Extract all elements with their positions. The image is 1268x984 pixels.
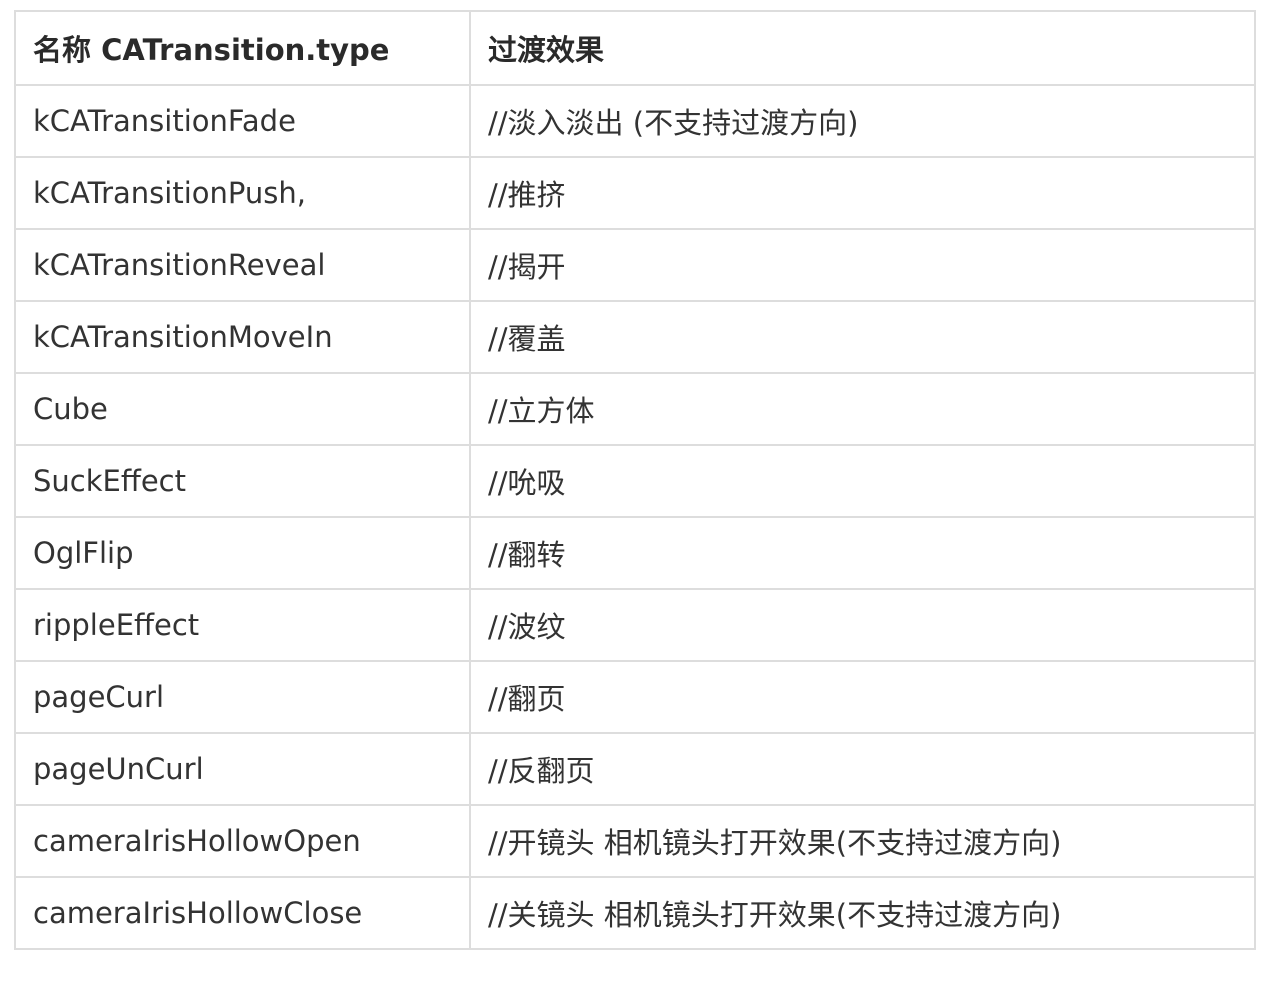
table-header-row: 名称 CATransition.type 过渡效果 [14,10,1256,86]
type-name-cell: cameraIrisHollowClose [14,876,471,950]
type-name-cell: pageUnCurl [14,732,471,806]
type-name-cell: Cube [14,372,471,446]
effect-cell: //揭开 [469,228,1256,302]
type-name-cell: cameraIrisHollowOpen [14,804,471,878]
type-name-cell: kCATransitionMoveIn [14,300,471,374]
effect-cell: //开镜头 相机镜头打开效果(不支持过渡方向) [469,804,1256,878]
effect-cell: //立方体 [469,372,1256,446]
effect-cell: //推挤 [469,156,1256,230]
type-name-cell: rippleEffect [14,588,471,662]
table-row: pageCurl //翻页 [14,660,1256,734]
effect-cell: //反翻页 [469,732,1256,806]
table-row: OglFlip //翻转 [14,516,1256,590]
table-row: kCATransitionMoveIn //覆盖 [14,300,1256,374]
table-row: cameraIrisHollowOpen //开镜头 相机镜头打开效果(不支持过… [14,804,1256,878]
transition-types-table-container: 名称 CATransition.type 过渡效果 kCATransitionF… [14,10,1256,950]
type-name-cell: OglFlip [14,516,471,590]
table-row: kCATransitionReveal //揭开 [14,228,1256,302]
table-row: kCATransitionPush, //推挤 [14,156,1256,230]
table-row: pageUnCurl //反翻页 [14,732,1256,806]
header-name: 名称 CATransition.type [14,10,471,86]
effect-cell: //覆盖 [469,300,1256,374]
type-name-cell: kCATransitionReveal [14,228,471,302]
table-row: Cube //立方体 [14,372,1256,446]
table-row: SuckEffect //吮吸 [14,444,1256,518]
type-name-cell: kCATransitionPush, [14,156,471,230]
type-name-cell: SuckEffect [14,444,471,518]
type-name-cell: kCATransitionFade [14,84,471,158]
effect-cell: //翻页 [469,660,1256,734]
effect-cell: //吮吸 [469,444,1256,518]
effect-cell: //淡入淡出 (不支持过渡方向) [469,84,1256,158]
table-row: kCATransitionFade //淡入淡出 (不支持过渡方向) [14,84,1256,158]
type-name-cell: pageCurl [14,660,471,734]
effect-cell: //关镜头 相机镜头打开效果(不支持过渡方向) [469,876,1256,950]
table-row: cameraIrisHollowClose //关镜头 相机镜头打开效果(不支持… [14,876,1256,950]
effect-cell: //波纹 [469,588,1256,662]
effect-cell: //翻转 [469,516,1256,590]
transition-types-table: 名称 CATransition.type 过渡效果 kCATransitionF… [14,10,1256,950]
table-row: rippleEffect //波纹 [14,588,1256,662]
header-effect: 过渡效果 [469,10,1256,86]
